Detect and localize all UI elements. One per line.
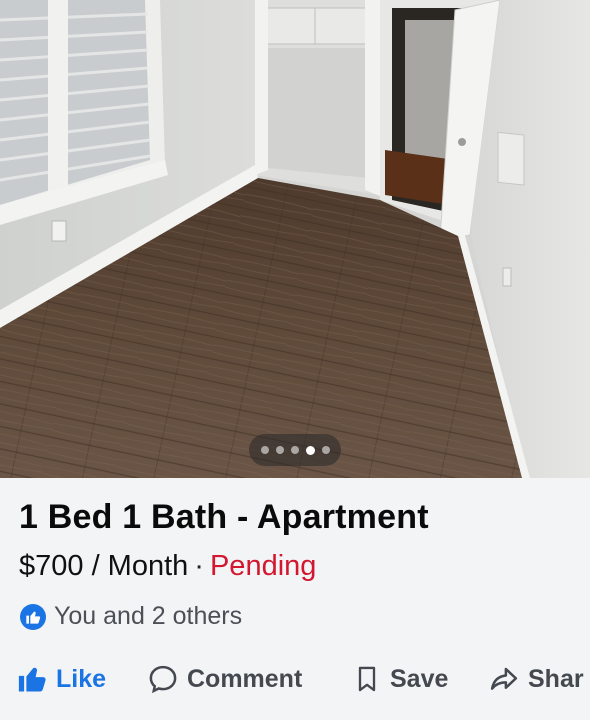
save-button[interactable]: Save xyxy=(353,664,448,694)
bookmark-icon xyxy=(358,666,376,692)
action-bar: Like Comment Save Shar xyxy=(0,656,590,702)
share-button[interactable]: Shar xyxy=(489,664,584,694)
share-arrow-icon xyxy=(490,667,518,690)
carousel-indicator[interactable] xyxy=(249,434,341,466)
carousel-dot[interactable] xyxy=(321,446,330,454)
carousel-dot[interactable] xyxy=(290,446,299,454)
comment-button[interactable]: Comment xyxy=(148,664,302,694)
carousel-dot-active[interactable] xyxy=(305,445,315,455)
listing-title: 1 Bed 1 Bath - Apartment xyxy=(19,498,429,536)
carousel-dot[interactable] xyxy=(260,446,269,454)
carousel-dot[interactable] xyxy=(275,446,284,454)
listing-price: $700 / Month xyxy=(19,550,189,582)
share-label: Shar xyxy=(528,664,584,693)
separator-dot: · xyxy=(194,550,204,582)
price-status-row: $700 / Month · Pending xyxy=(19,550,316,583)
listing-status: Pending xyxy=(209,550,317,582)
save-label: Save xyxy=(390,664,449,693)
comment-label: Comment xyxy=(187,664,303,693)
thumbs-up-icon xyxy=(20,603,46,630)
like-button[interactable]: Like xyxy=(17,664,106,694)
reactions-text: You and 2 others xyxy=(54,602,243,630)
listing-photo[interactable] xyxy=(0,0,590,478)
comment-icon xyxy=(149,665,177,694)
room-photo-image xyxy=(0,0,590,478)
reactions-summary[interactable]: You and 2 others xyxy=(20,602,242,631)
like-label: Like xyxy=(56,664,107,693)
thumbs-up-icon xyxy=(18,667,46,692)
listing-info: 1 Bed 1 Bath - Apartment $700 / Month · Pe… xyxy=(0,478,590,720)
